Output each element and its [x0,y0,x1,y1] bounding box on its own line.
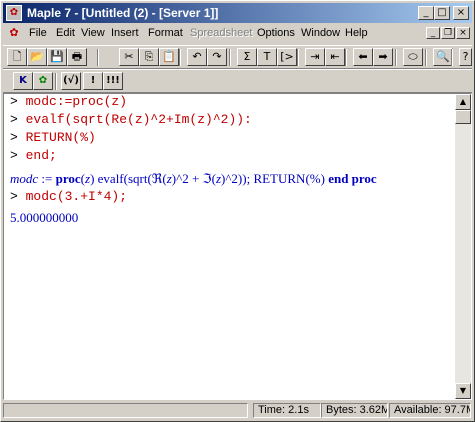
save-icon[interactable]: 💾 [47,48,67,66]
window-title: Maple 7 - [Untitled (2) - [Server 1]] [27,6,219,20]
toolbar-separator [297,49,299,66]
vertical-scrollbar[interactable]: ▲ ▼ [455,94,471,399]
output-text: proc [55,171,81,186]
triple-exclaim-icon[interactable]: !!! [103,72,123,90]
document-window-controls: _ ❐ × [425,26,470,39]
status-bytes: Bytes: 3.62M [321,403,388,418]
toolbar-separator [395,49,397,66]
output-text: 5.000000000 [10,210,79,225]
main-toolbar: 🗋 📂 💾 🖶 ✂ ⎘ 📋 ↶ ↷ Σ T [> ⇥ ⇤ ⬅ ➡ ⬭ 🔍? [3,45,472,69]
input-line: > end; [10,148,57,163]
prompt-symbol: > [10,130,26,145]
output-text: )^2 + ℑ( [171,171,216,186]
input-text[interactable]: RETURN(%) [26,130,96,145]
status-time: Time: 2.1s [253,403,321,418]
title-bar[interactable]: ✿ Maple 7 - [Untitled (2) - [Server 1]] … [3,3,472,23]
toolbar-separator [179,49,181,66]
status-bar: Time: 2.1s Bytes: 3.62M Available: 97.7M [3,402,472,419]
input-line: > evalf(sqrt(Re(z)^2+Im(z)^2)): [10,112,252,127]
toolbar-separator [345,49,347,66]
input-text[interactable]: modc:=proc(z) [26,94,127,109]
output-text: )^2)); RETURN(%) [221,171,329,186]
new-icon[interactable]: 🗋 [7,48,27,66]
maximize-button[interactable]: □ [434,6,450,20]
scroll-thumb[interactable] [455,110,471,124]
context-toolbar: K ✿ (√)!!!! [3,69,472,93]
doc-restore-button[interactable]: ❐ [441,27,455,39]
toolbar-separator [425,49,427,66]
zoom-icon[interactable]: 🔍 [433,48,453,66]
prompt-symbol: > [10,189,26,204]
help-icon[interactable]: ? [459,48,472,66]
prompt-symbol: > [10,94,26,109]
scroll-down-button[interactable]: ▼ [455,383,471,399]
output-text: end proc [328,171,377,186]
menu-spreadsheet: Spreadsheet [190,27,253,39]
output-text: modc [10,171,39,186]
menu-insert[interactable]: Insert [111,27,139,39]
menu-bar: ✿ File Edit View Insert Format Spreadshe… [3,25,472,43]
check-icon[interactable]: (√) [61,72,81,90]
prompt-symbol: > [10,148,26,163]
doc-minimize-button[interactable]: _ [426,27,440,39]
doc-close-button[interactable]: × [456,27,470,39]
document-icon[interactable]: ✿ [7,26,21,40]
output-line: 5.000000000 [10,210,78,226]
status-available: Available: 97.7M [389,403,471,418]
undo-icon[interactable]: ↶ [187,48,207,66]
maple-leaf-icon[interactable]: ✿ [33,72,53,90]
back-arrow-icon[interactable]: ⬅ [353,48,373,66]
output-text: := [38,171,56,186]
menu-file[interactable]: File [29,27,47,39]
scroll-up-button[interactable]: ▲ [455,94,471,110]
menu-format[interactable]: Format [148,27,183,39]
menu-options[interactable]: Options [257,27,295,39]
prompt-icon[interactable]: [> [277,48,297,66]
prompt-symbol: > [10,112,26,127]
close-button[interactable]: × [453,6,469,20]
menu-help[interactable]: Help [345,27,368,39]
status-message [3,403,248,418]
forward-arrow-icon[interactable]: ➡ [373,48,393,66]
exclaim-icon[interactable]: ! [83,72,103,90]
input-text[interactable]: modc(3.+I*4); [26,189,127,204]
input-line: > RETURN(%) [10,130,96,145]
input-text[interactable]: end; [26,148,57,163]
minimize-button[interactable]: _ [418,6,434,20]
indent-icon[interactable]: ⇥ [305,48,325,66]
copy-icon[interactable]: ⎘ [139,48,159,66]
paste-icon[interactable]: 📋 [159,48,179,66]
worksheet-area[interactable]: > modc:=proc(z) > evalf(sqrt(Re(z)^2+Im(z… [3,93,472,400]
input-line: > modc(3.+I*4); [10,189,127,204]
print-icon[interactable]: 🖶 [67,48,87,66]
toolbar-separator [229,49,231,66]
stop-icon[interactable]: ⬭ [403,48,423,66]
sigma-icon[interactable]: Σ [237,48,257,66]
text-icon[interactable]: T [257,48,277,66]
output-line: modc := proc(z) evalf(sqrt(ℜ(z)^2 + ℑ(z)… [10,171,377,187]
maple-input-icon[interactable]: K [13,72,33,90]
input-text[interactable]: evalf(sqrt(Re(z)^2+Im(z)^2)): [26,112,252,127]
menu-view[interactable]: View [81,27,105,39]
toolbar-separator [451,49,453,66]
cut-icon[interactable]: ✂ [119,48,139,66]
maple-window: ✿ Maple 7 - [Untitled (2) - [Server 1]] … [0,0,475,422]
redo-icon[interactable]: ↷ [207,48,227,66]
open-icon[interactable]: 📂 [27,48,47,66]
maple-app-icon[interactable]: ✿ [6,5,22,21]
toolbar-separator [97,49,99,66]
toolbar-separator [55,73,57,90]
outdent-icon[interactable]: ⇤ [325,48,345,66]
menu-edit[interactable]: Edit [56,27,75,39]
output-text: ) evalf(sqrt(ℜ( [90,171,167,186]
input-line: > modc:=proc(z) [10,94,127,109]
menu-window[interactable]: Window [301,27,340,39]
